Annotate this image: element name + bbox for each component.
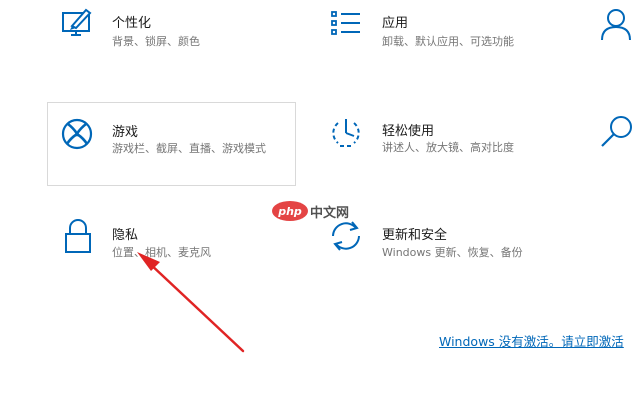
- lock-icon: [60, 218, 96, 254]
- tile-title: 游戏: [112, 125, 139, 140]
- settings-page: 个性化 背景、锁屏、颜色 应用 卸载、默认应用、可选功能 游戏 游戏栏、截屏、直…: [0, 0, 632, 418]
- tile-apps[interactable]: 应用 卸载、默认应用、可选功能: [318, 0, 578, 66]
- tile-description: 讲述人、放大镜、高对比度: [382, 141, 514, 154]
- apps-icon: [328, 6, 364, 42]
- person-icon: [598, 6, 632, 42]
- tile-search[interactable]: [596, 102, 632, 186]
- tile-ease-of-access[interactable]: 轻松使用 讲述人、放大镜、高对比度: [318, 102, 578, 186]
- tile-update-security[interactable]: 更新和安全 Windows 更新、恢复、备份: [318, 212, 578, 278]
- tile-description: 位置、相机、麦克风: [112, 246, 211, 259]
- tile-title: 应用: [382, 16, 409, 31]
- watermark-badge: php: [272, 201, 308, 221]
- watermark-text: 中文网: [310, 205, 350, 221]
- ease-of-access-icon: [328, 115, 364, 151]
- tile-title: 轻松使用: [382, 124, 435, 139]
- tile-accounts[interactable]: [596, 0, 632, 66]
- tile-description: Windows 更新、恢复、备份: [382, 246, 523, 259]
- tile-description: 卸载、默认应用、可选功能: [382, 35, 514, 48]
- tile-title: 更新和安全: [382, 228, 448, 243]
- activate-windows-link[interactable]: Windows 没有激活。请立即激活: [439, 331, 624, 350]
- search-icon: [598, 114, 632, 150]
- tile-title: 个性化: [112, 16, 152, 31]
- tile-privacy[interactable]: 隐私 位置、相机、麦克风: [48, 212, 296, 278]
- tile-gaming[interactable]: 游戏 游戏栏、截屏、直播、游戏模式: [47, 102, 296, 186]
- tile-personalization[interactable]: 个性化 背景、锁屏、颜色: [48, 0, 296, 66]
- tile-title: 隐私: [112, 228, 139, 243]
- tile-description: 游戏栏、截屏、直播、游戏模式: [112, 142, 266, 155]
- sync-icon: [328, 218, 364, 254]
- tile-description: 背景、锁屏、颜色: [112, 35, 200, 48]
- xbox-icon: [59, 116, 95, 152]
- watermark: php 中文网: [272, 200, 349, 222]
- personalization-icon: [60, 6, 96, 42]
